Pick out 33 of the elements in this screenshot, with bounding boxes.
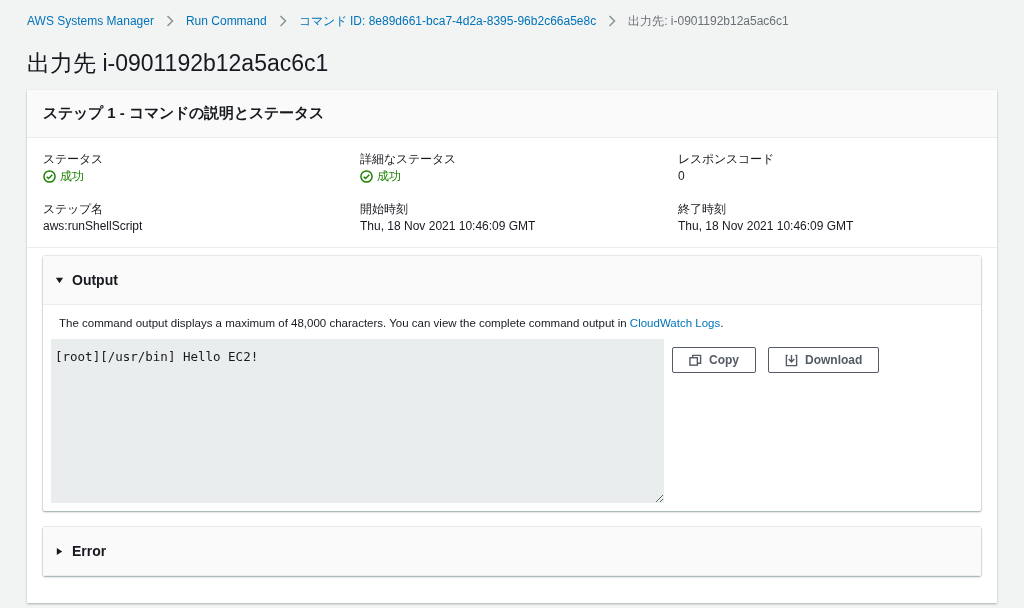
chevron-right-icon bbox=[608, 15, 617, 27]
breadcrumb-link[interactable]: AWS Systems Manager bbox=[27, 14, 154, 28]
breadcrumb-link[interactable]: Run Command bbox=[185, 14, 267, 28]
check-circle-icon bbox=[360, 169, 373, 183]
caret-down-icon bbox=[55, 275, 64, 285]
field-value: 0 bbox=[678, 168, 686, 185]
field-label: 開始時刻 bbox=[360, 201, 409, 217]
breadcrumb-link[interactable]: コマンド ID: 8e89d661-bca7-4d2a-8395-96b2c66a5e8c bbox=[298, 12, 597, 30]
field-label: ステップ名 bbox=[43, 201, 104, 217]
field-value: Thu, 18 Nov 2021 10:46:09 GMT bbox=[360, 218, 537, 235]
download-button[interactable]: Download bbox=[768, 347, 880, 373]
status-value: 成功 bbox=[377, 168, 401, 185]
status-value: 成功 bbox=[60, 168, 84, 185]
copy-button[interactable]: Copy bbox=[672, 347, 756, 373]
field-label: 終了時刻 bbox=[678, 201, 727, 217]
page-title: 出力先 i-0901192b12a5ac6c1 bbox=[27, 49, 330, 78]
card-title: ステップ 1 - コマンドの説明とステータス bbox=[43, 104, 325, 123]
field-label: レスポンスコード bbox=[678, 151, 775, 167]
output-textarea[interactable]: [root][/usr/bin] Hello EC2! bbox=[51, 339, 664, 503]
chevron-right-icon bbox=[278, 15, 287, 27]
section-toggle[interactable]: Error bbox=[43, 527, 981, 576]
download-icon bbox=[785, 353, 798, 367]
breadcrumb-current: 出力先: i-0901192b12a5ac6c1 bbox=[628, 12, 789, 30]
chevron-right-icon bbox=[165, 15, 174, 27]
field-value: Thu, 18 Nov 2021 10:46:09 GMT bbox=[678, 218, 855, 235]
copy-icon bbox=[689, 353, 702, 367]
output-description: The command output displays a maximum of 48,000 characters. You can view the complete command output in CloudWatch Logs. bbox=[59, 317, 725, 329]
field-label: ステータス bbox=[43, 151, 104, 167]
section-toggle[interactable]: Output bbox=[43, 256, 981, 305]
field-value: aws:runShellScript bbox=[43, 218, 144, 235]
field-label: 詳細なステータス bbox=[360, 151, 457, 167]
check-circle-icon bbox=[43, 169, 56, 183]
caret-right-icon bbox=[55, 546, 64, 556]
